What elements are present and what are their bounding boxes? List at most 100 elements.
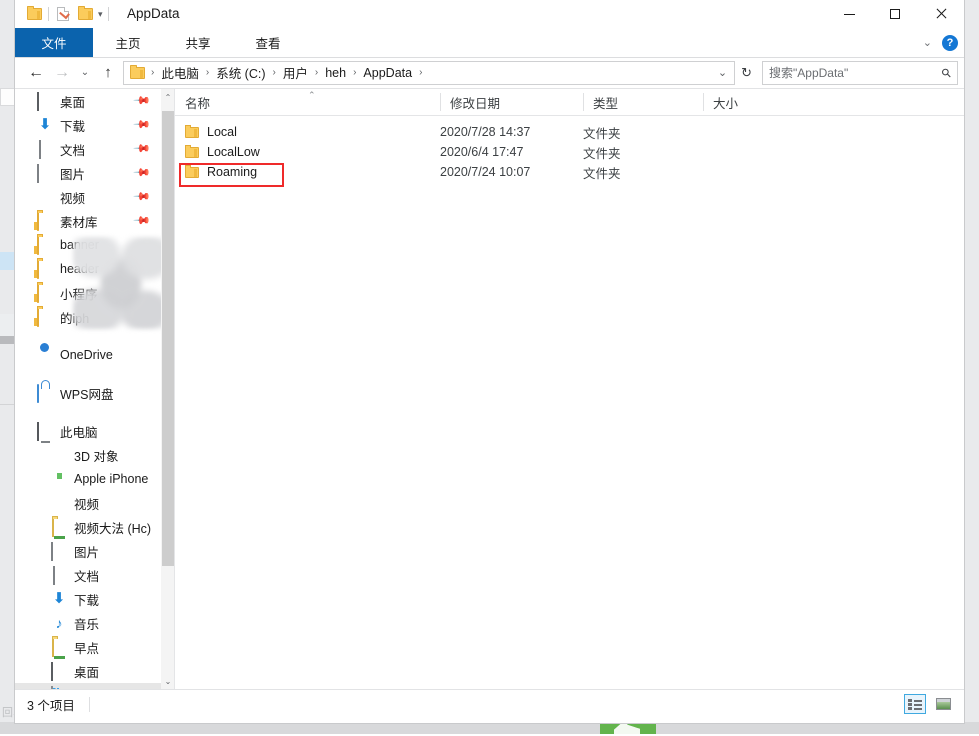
table-row[interactable]: Roaming 2020/7/24 10:07 文件夹 (175, 162, 964, 182)
sidebar-item-onedrive[interactable]: OneDrive (15, 343, 161, 367)
sidebar-item-desktop[interactable]: 桌面 📌 (15, 89, 161, 113)
breadcrumb-item-this-pc[interactable]: 此电脑 (158, 63, 202, 82)
sidebar-item-label: Apple iPhone (74, 472, 148, 486)
breadcrumb-item-system-c[interactable]: 系统 (C:) (213, 63, 268, 82)
sidebar-item-label: 素材库 (60, 212, 98, 231)
ribbon-tabs: 文件 主页 共享 查看 (15, 28, 964, 57)
pin-icon[interactable]: 📌 (133, 91, 152, 110)
sidebar-item-label: WPS网盘 (60, 384, 113, 403)
title-bar: ▾ AppData (15, 0, 964, 28)
back-button[interactable]: ← (23, 61, 49, 85)
toolbar-divider (108, 7, 109, 21)
breadcrumb-item-heh[interactable]: heh (322, 66, 349, 80)
picture-icon (51, 543, 67, 559)
sidebar-item-video-drive[interactable]: 视频大法 (Hc) (15, 515, 161, 539)
chevron-down-icon[interactable]: ⌄ (923, 36, 932, 49)
large-icons-view-button[interactable] (932, 694, 954, 714)
breadcrumb-separator[interactable]: › (415, 67, 426, 78)
file-name-label: Local (207, 125, 237, 139)
file-date-cell: 2020/6/4 17:47 (440, 145, 583, 159)
sidebar-item-videos[interactable]: 视频 📌 (15, 185, 161, 209)
breadcrumb-separator[interactable]: › (202, 67, 213, 78)
sidebar-item-pictures[interactable]: 图片 📌 (15, 161, 161, 185)
sidebar-item-downloads-pc[interactable]: ⬇ 下载 (15, 587, 161, 611)
sidebar-item-wps-cloud[interactable]: WPS网盘 (15, 381, 161, 405)
sidebar-item-banner[interactable]: banner (15, 233, 161, 257)
column-header-date[interactable]: 修改日期 (440, 89, 583, 115)
sidebar-item-documents-pc[interactable]: 文档 (15, 563, 161, 587)
sidebar-item-label: 下载 (74, 590, 99, 609)
scroll-up-arrow-icon[interactable]: ⌃ (161, 89, 175, 105)
sidebar-item-this-pc[interactable]: 此电脑 (15, 419, 161, 443)
tab-share[interactable]: 共享 (163, 28, 233, 57)
address-dropdown-icon[interactable]: ⌄ (713, 66, 732, 79)
table-row[interactable]: LocalLow 2020/6/4 17:47 文件夹 (175, 142, 964, 162)
new-folder-icon[interactable] (74, 0, 96, 28)
sidebar-item-label: 视频 (74, 494, 99, 513)
pin-icon[interactable]: 📌 (133, 163, 152, 182)
sidebar-item-desktop-pc[interactable]: 桌面 (15, 659, 161, 683)
customize-qat-caret-icon[interactable]: ▾ (96, 0, 105, 28)
sidebar-item-documents[interactable]: 文档 📌 (15, 137, 161, 161)
column-header-size[interactable]: 大小 (703, 89, 784, 115)
sidebar-item-3d-objects[interactable]: 3D 对象 (15, 443, 161, 467)
recent-locations-icon[interactable]: ⌄ (75, 61, 95, 85)
sidebar-item-header[interactable]: header (15, 257, 161, 281)
sidebar-item-label: banner (60, 238, 99, 252)
column-header-type[interactable]: 类型 (583, 89, 703, 115)
refresh-icon[interactable]: ↻ (735, 65, 758, 81)
properties-icon[interactable] (52, 0, 74, 28)
breadcrumb-folder-icon (130, 67, 145, 79)
search-input[interactable]: 搜索"AppData" ⚲ (762, 61, 958, 85)
sidebar-item-pictures-pc[interactable]: 图片 (15, 539, 161, 563)
table-row[interactable]: Local 2020/7/28 14:37 文件夹 (175, 122, 964, 142)
file-name-cell[interactable]: LocalLow (185, 144, 440, 161)
sidebar-item-music[interactable]: ♪ 音乐 (15, 611, 161, 635)
maximize-button[interactable] (872, 0, 918, 28)
file-name-cell[interactable]: Local (185, 124, 440, 141)
scroll-down-arrow-icon[interactable]: ⌄ (161, 673, 175, 689)
sidebar-item-zaodian[interactable]: 早点 (15, 635, 161, 659)
document-icon (51, 567, 67, 583)
file-type-cell: 文件夹 (583, 163, 703, 182)
sidebar-item-label: 此电脑 (60, 422, 98, 441)
quick-access-toolbar: ▾ (23, 0, 112, 28)
pin-icon[interactable]: 📌 (133, 115, 152, 134)
scrollbar-thumb[interactable] (162, 111, 174, 566)
download-icon: ⬇ (37, 117, 53, 133)
sidebar-item-videos-pc[interactable]: 视频 (15, 491, 161, 515)
sidebar-item-material-library[interactable]: 素材库 📌 (15, 209, 161, 233)
breadcrumb-separator[interactable]: › (349, 67, 360, 78)
sidebar-item-iphone-folder[interactable]: 的iph (15, 305, 161, 329)
tab-home[interactable]: 主页 (93, 28, 163, 57)
close-button[interactable] (918, 0, 964, 28)
details-view-button[interactable] (904, 694, 926, 714)
sidebar-item-apple-iphone[interactable]: Apple iPhone (15, 467, 161, 491)
minimize-button[interactable] (826, 0, 872, 28)
sidebar-item-label: 桌面 (74, 662, 99, 681)
sidebar-item-label: 桌面 (60, 92, 85, 111)
folder-icon (185, 124, 199, 141)
breadcrumb-item-users[interactable]: 用户 (280, 63, 311, 82)
nav-group-gap (15, 367, 161, 381)
breadcrumb[interactable]: › 此电脑 › 系统 (C:) › 用户 › heh › AppData › ⌄ (123, 61, 735, 85)
breadcrumb-separator[interactable]: › (269, 67, 280, 78)
window-menu-folder-icon[interactable] (23, 0, 45, 28)
sidebar-item-miniprogram[interactable]: 小程序 (15, 281, 161, 305)
tab-file[interactable]: 文件 (15, 28, 93, 57)
pin-icon[interactable]: 📌 (133, 187, 152, 206)
help-icon[interactable]: ? (942, 35, 958, 51)
pin-icon[interactable]: 📌 (133, 211, 152, 230)
navigation-scrollbar[interactable]: ⌃ ⌄ (161, 89, 175, 689)
sidebar-item-label: 小程序 (60, 284, 98, 303)
network-drive-icon (51, 519, 67, 535)
breadcrumb-separator[interactable]: › (311, 67, 322, 78)
sidebar-item-downloads[interactable]: ⬇ 下载 📌 (15, 113, 161, 137)
breadcrumb-item-appdata[interactable]: AppData (360, 66, 415, 80)
forward-button[interactable]: → (49, 61, 75, 85)
file-name-cell[interactable]: Roaming (185, 164, 440, 181)
tab-view[interactable]: 查看 (233, 28, 303, 57)
up-button[interactable]: ↑ (95, 61, 121, 85)
large-icons-view-icon (936, 698, 951, 710)
pin-icon[interactable]: 📌 (133, 139, 152, 158)
